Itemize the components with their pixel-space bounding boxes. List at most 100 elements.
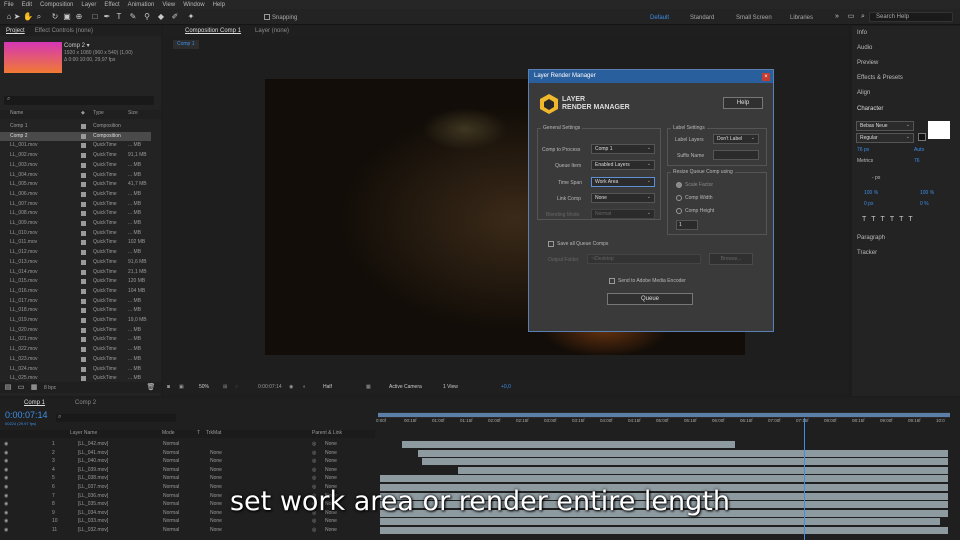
camera-select[interactable]: Active Camera [389,382,422,393]
stroke-color-swatch[interactable] [918,133,926,141]
layer-duration-bar[interactable] [458,466,948,474]
menu-help[interactable]: Help [213,2,225,8]
layer-parent[interactable]: None [325,526,337,535]
layer-parent[interactable]: None [325,440,337,449]
tsume-value[interactable]: 0 % [920,201,929,207]
baseline-shift-value[interactable]: 0 px [864,201,873,207]
label-color-swatch[interactable] [81,356,86,362]
comp-to-process-select[interactable]: Comp 1 [591,144,655,154]
rectangle-tool-icon[interactable]: □ [90,12,100,22]
layer-row[interactable]: ◉ 3 [LL_040.mov] Normal None ◎ None [0,457,375,466]
current-time[interactable]: 0:00:07:14 [258,382,282,393]
project-item-footage[interactable]: LL_019.mov QuickTime 19,0 MB [0,316,151,326]
label-color-swatch[interactable] [81,143,86,149]
layer-parent[interactable]: None [325,517,337,526]
label-color-swatch[interactable] [81,298,86,304]
parent-pick-whip-icon[interactable]: ◎ [312,474,316,483]
link-comp-select[interactable]: None [591,193,655,203]
tab-comp-2[interactable]: Comp 2 [75,400,96,406]
panel-tracker[interactable]: Tracker [857,250,877,256]
project-item-footage[interactable]: LL_006.mov QuickTime ... MB [0,190,151,200]
label-color-swatch[interactable] [81,327,86,333]
label-color-swatch[interactable] [81,172,86,178]
panel-info[interactable]: Info [857,30,867,36]
layer-row[interactable]: ◉ 1 [LL_042.mov] Normal ◎ None [0,440,375,449]
save-all-checkbox[interactable] [548,241,554,247]
label-color-swatch[interactable] [81,337,86,343]
parent-pick-whip-icon[interactable]: ◎ [312,466,316,475]
menu-composition[interactable]: Composition [40,2,73,8]
resolution-select[interactable]: Half [323,382,332,393]
brush-tool-icon[interactable]: ✎ [128,12,138,22]
panel-character[interactable]: Character [857,106,883,112]
project-item-footage[interactable]: LL_012.mov QuickTime ... MB [0,248,151,258]
queue-item-select[interactable]: Enabled Layers [591,160,655,170]
panel-preview[interactable]: Preview [857,60,878,66]
project-item-footage[interactable]: LL_002.mov QuickTime 91,1 MB [0,151,151,161]
always-preview-icon[interactable]: ◙ [167,382,170,393]
new-folder-icon[interactable]: ▭ [16,383,26,393]
layer-trkmat[interactable]: None [210,517,222,526]
parent-pick-whip-icon[interactable]: ◎ [312,526,316,535]
tracking-value[interactable]: 76 [914,158,920,164]
label-color-swatch[interactable] [81,211,86,217]
color-channel-icon[interactable]: ◐ [303,382,306,393]
project-item-footage[interactable]: LL_016.mov QuickTime 104 MB [0,287,151,297]
kerning-value[interactable]: Metrics [857,158,873,164]
project-item-footage[interactable]: LL_010.mov QuickTime ... MB [0,229,151,239]
project-item-footage[interactable]: LL_018.mov QuickTime ... MB [0,306,151,316]
eye-icon[interactable]: ◉ [4,526,8,535]
layer-mode[interactable]: Normal [163,449,179,458]
tab-layer[interactable]: Layer (none) [255,28,289,34]
menu-effect[interactable]: Effect [104,2,119,8]
project-search-field[interactable]: ⌕ [4,96,154,105]
eye-icon[interactable]: ◉ [4,474,8,483]
parent-pick-whip-icon[interactable]: ◎ [312,449,316,458]
layer-mode[interactable]: Normal [163,474,179,483]
eye-icon[interactable]: ◉ [4,457,8,466]
label-color-swatch[interactable] [81,269,86,275]
project-item-footage[interactable]: LL_020.mov QuickTime ... MB [0,326,151,336]
queue-button[interactable]: Queue [607,293,693,305]
panel-effects-presets[interactable]: Effects & Presets [857,75,903,81]
suffix-name-input[interactable] [713,150,759,160]
parent-pick-whip-icon[interactable]: ◎ [312,517,316,526]
project-item-footage[interactable]: LL_017.mov QuickTime ... MB [0,297,151,307]
label-color-swatch[interactable] [81,230,86,236]
font-size-value[interactable]: 76 px [857,147,869,153]
layer-trkmat[interactable]: None [210,526,222,535]
region-icon[interactable]: ▣ [179,382,184,393]
label-color-swatch[interactable] [81,191,86,197]
current-time-indicator[interactable] [804,418,805,540]
layer-duration-bar[interactable] [422,458,948,466]
view-layout-select[interactable]: 1 View [443,382,458,393]
panel-align[interactable]: Align [857,90,870,96]
project-item-footage[interactable]: LL_011.mov QuickTime 102 MB [0,238,151,248]
label-color-swatch[interactable] [81,201,86,207]
search-icon[interactable]: ⌕ [858,12,868,22]
label-color-swatch[interactable] [81,279,86,285]
project-item-footage[interactable]: LL_021.mov QuickTime ... MB [0,335,151,345]
layer-trkmat[interactable]: None [210,474,222,483]
comp-width-radio[interactable] [676,195,682,201]
layer-duration-bar[interactable] [380,527,948,534]
close-icon[interactable]: × [762,73,770,81]
col-layer-name[interactable]: Layer Name [70,430,97,436]
comp-height-radio[interactable] [676,208,682,214]
rotate-tool-icon[interactable]: ↻ [50,12,60,22]
label-color-swatch[interactable] [81,318,86,323]
work-area-range[interactable] [378,413,950,417]
layer-mode[interactable]: Normal [163,440,179,449]
workspace-menu-icon[interactable]: » [832,12,842,22]
transparency-grid-icon[interactable]: ▦ [366,382,371,393]
pan-behind-tool-icon[interactable]: ⊕ [74,12,84,22]
tab-effect-controls[interactable]: Effect Controls (none) [35,28,93,34]
help-button[interactable]: Help [723,97,763,109]
project-item-footage[interactable]: LL_007.mov QuickTime ... MB [0,200,151,210]
font-style-select[interactable]: Regular [856,133,914,143]
label-color-swatch[interactable] [81,162,86,168]
camera-tool-icon[interactable]: ▣ [62,12,72,22]
label-color-swatch[interactable] [81,347,86,353]
project-item-footage[interactable]: LL_014.mov QuickTime 21,1 MB [0,268,151,278]
label-color-swatch[interactable] [81,250,86,256]
